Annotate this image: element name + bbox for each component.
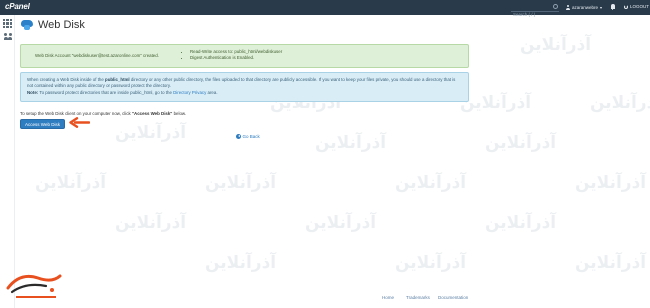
sidebar [0, 15, 15, 308]
user-name: azaranwebre [572, 5, 599, 10]
cpanel-logo[interactable]: cPanel [5, 2, 30, 11]
web-disk-icon [20, 20, 34, 30]
info-alert: When creating a Web Disk inside of the p… [20, 72, 469, 102]
top-bar: cPanel azaranwebre ▾ LOGOUT [0, 0, 650, 19]
arrow-circle-left-icon [236, 134, 241, 139]
user-icon [566, 5, 570, 10]
list-item: Digest Authentication is Enabled. [190, 55, 282, 61]
success-message: Web Disk Account "webdiskuser@test.azaro… [35, 53, 159, 58]
footer-link-home[interactable]: Home [382, 295, 394, 300]
info-paragraph: When creating a Web Disk inside of the p… [27, 77, 456, 88]
logout-button[interactable]: LOGOUT [624, 4, 649, 9]
search-box[interactable] [511, 3, 559, 19]
success-details: Read-Write access to: public_html/webdis… [184, 49, 282, 61]
footer: Home Trademarks Documentation [0, 293, 650, 305]
directory-privacy-link[interactable]: Directory Privacy [173, 90, 206, 95]
azaronline-logo [6, 274, 62, 298]
user-menu[interactable]: azaranwebre ▾ [566, 4, 602, 11]
success-alert: Web Disk Account "webdiskuser@test.azaro… [20, 44, 469, 68]
page-header: Web Disk [20, 19, 85, 31]
go-back-link[interactable]: Go Back [236, 134, 260, 139]
footer-link-documentation[interactable]: Documentation [438, 295, 468, 300]
instructions-text: To setup the Web Disk client on your com… [20, 111, 187, 116]
users-icon[interactable] [3, 33, 13, 41]
chevron-down-icon: ▾ [600, 5, 603, 10]
grid-icon[interactable] [3, 19, 12, 28]
page-title: Web Disk [38, 19, 85, 31]
bell-icon[interactable] [610, 4, 615, 10]
search-input[interactable] [511, 10, 551, 19]
access-web-disk-button[interactable]: Access Web Disk [20, 119, 65, 129]
power-icon [624, 4, 628, 9]
arrow-left-icon [69, 117, 90, 128]
footer-link-trademarks[interactable]: Trademarks [406, 295, 430, 300]
search-icon[interactable] [553, 4, 558, 9]
logout-label: LOGOUT [630, 4, 650, 9]
info-note: Note: To password protect directories th… [27, 89, 218, 95]
go-back-label: Go Back [242, 134, 260, 139]
